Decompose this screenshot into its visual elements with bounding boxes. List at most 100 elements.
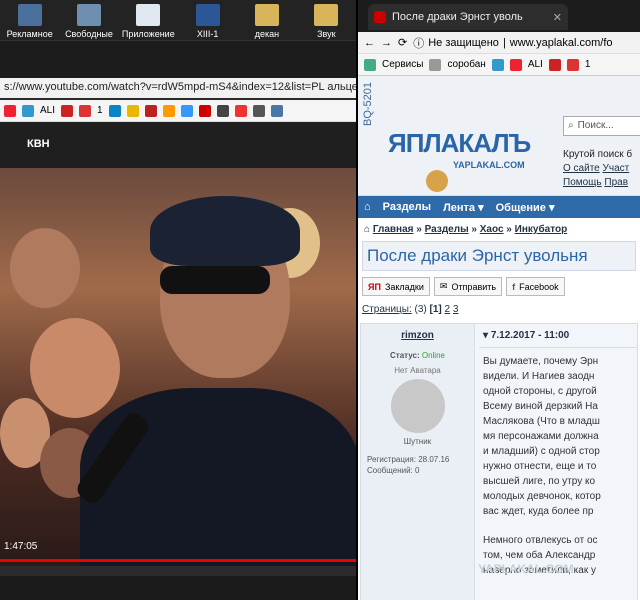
site-logo[interactable]: ЯПЛАКАЛЪ (388, 128, 531, 159)
breadcrumb: ⌂ Главная » Разделы » Хаос » Инкубатор (364, 224, 568, 235)
facebook-icon: f (512, 281, 516, 292)
author-rank: Шутник (403, 437, 432, 446)
left-address-bar[interactable]: s://www.youtube.com/watch?v=rdW5mpd-mS4&… (0, 78, 356, 98)
video-progress-bar[interactable] (0, 559, 356, 562)
info-icon: ⓘ (413, 37, 425, 50)
site-header: BQ-5201 ЯПЛАКАЛЪ YAPLAKAL.COM ⌕ Поиск...… (358, 76, 640, 196)
bookmark-icon[interactable] (126, 104, 139, 117)
bookmark-icon[interactable] (509, 58, 522, 71)
desktop-icon-xiii[interactable]: XIII-1 (178, 0, 237, 40)
reload-icon[interactable]: ⟳ (398, 36, 407, 49)
pagination: Страницы: (3) [1] 2 3 (358, 302, 640, 317)
breadcrumb-inkubator[interactable]: Инкубатор (515, 224, 568, 235)
menu-obshchenie[interactable]: Общение ▾ (496, 201, 555, 214)
page-2[interactable]: 2 (445, 304, 451, 315)
page-3[interactable]: 3 (453, 304, 459, 315)
bookmark-servisy[interactable]: Сервисы (382, 59, 423, 70)
post-line: видели. И Нагиев заодн (483, 371, 595, 382)
help-link[interactable]: Помощь (563, 177, 602, 188)
bookmark-icon[interactable] (548, 58, 561, 71)
author-name[interactable]: rimzon (361, 324, 474, 341)
facebook-button[interactable]: f Facebook (506, 277, 565, 296)
search-placeholder: Поиск... (577, 120, 614, 131)
bookmarks-button[interactable]: ЯП Закладки (362, 277, 430, 296)
status-label: Статус: (390, 351, 420, 360)
address-bar[interactable]: ⓘ Не защищено | www.yaplakal.com/fo (413, 35, 634, 51)
bookmark-icon[interactable] (180, 104, 193, 117)
bookmark-icon[interactable] (162, 104, 175, 117)
bookmark-1[interactable]: 1 (585, 59, 591, 70)
breadcrumb-glavnaya[interactable]: Главная (373, 224, 414, 235)
presenter-sunglasses (160, 266, 270, 294)
desktop-icon-reklamnoe[interactable]: Рекламное (0, 0, 59, 40)
desktop-icon-label: Рекламное (6, 29, 53, 39)
post-line: Всему виной дерзкий На (483, 401, 598, 412)
header-links: Крутой поиск б О сайте Участ Помощь Прав (563, 148, 632, 190)
menu-razdely[interactable]: Разделы (383, 201, 431, 213)
share-bar: ЯП Закладки ✉ Отправить f Facebook (358, 271, 640, 302)
participants-link[interactable]: Участ (603, 163, 630, 174)
bookmark-icon[interactable] (252, 104, 265, 117)
post-line: Немного отвлекусь от ос (483, 535, 598, 546)
bookmark-icon[interactable] (198, 104, 211, 117)
bookmark-icon[interactable] (566, 58, 579, 71)
home-icon[interactable]: ⌂ (364, 201, 371, 213)
bookmark-icon[interactable] (270, 104, 283, 117)
post-text: Вы думаете, почему Эрн видели. И Нагиев … (479, 348, 637, 525)
bookmark-1[interactable]: 1 (97, 105, 103, 116)
back-icon[interactable]: ← (364, 37, 375, 49)
channel-name[interactable]: КВН (27, 138, 50, 150)
post-text-continued: Немного отвлекусь от ос том, чем оба Але… (479, 525, 637, 586)
bookmark-ali[interactable]: ALI (528, 59, 543, 70)
close-tab-icon[interactable]: ✕ (553, 11, 562, 24)
desktop-icon-prilozhenie[interactable]: Приложение (119, 0, 178, 40)
post-date: ▾ 7.12.2017 - 11:00 (479, 324, 637, 348)
bookmark-icon[interactable] (216, 104, 229, 117)
yaplakal-favicon (374, 11, 386, 23)
desktop-icon-svobodnye[interactable]: Свободные (59, 0, 118, 40)
bookmark-soroban[interactable]: соробан (447, 59, 485, 70)
forward-icon[interactable]: → (381, 37, 392, 49)
send-button[interactable]: ✉ Отправить (433, 277, 503, 296)
post-line: Маслякова (Что в младш (483, 416, 600, 427)
yaplakal-watermark: YAPLAKAL.COM (478, 562, 574, 576)
bookmark-ali[interactable]: ALI (40, 105, 55, 116)
rules-link[interactable]: Прав (604, 177, 628, 188)
post-line: вас ждет, куда более пр (483, 506, 594, 517)
bookmark-icon[interactable] (61, 104, 74, 117)
menu-lenta[interactable]: Лента ▾ (443, 201, 484, 214)
yaplakal-page: BQ-5201 ЯПЛАКАЛЪ YAPLAKAL.COM ⌕ Поиск...… (358, 76, 640, 600)
tab-title: После драки Эрнст уволь (392, 11, 523, 23)
desktop-icon-dekan[interactable]: декан (237, 0, 296, 40)
about-link[interactable]: О сайте (563, 163, 600, 174)
browser-tab[interactable]: После драки Эрнст уволь ✕ (368, 4, 568, 30)
desktop-icon-label: декан (254, 29, 280, 39)
breadcrumb-khaos[interactable]: Хаос (480, 224, 504, 235)
bookmark-icon[interactable] (108, 104, 121, 117)
bookmark-icon[interactable] (144, 104, 157, 117)
desktop-icon-zvuk[interactable]: Звук (297, 0, 356, 40)
url-text: www.yaplakal.com/fo (509, 36, 613, 49)
bookmark-icon[interactable] (22, 104, 34, 117)
image-icon (76, 4, 101, 26)
author-status: Статус: Online (361, 351, 474, 360)
left-browser-window: s://www.youtube.com/watch?v=rdW5mpd-mS4&… (0, 40, 356, 576)
bookmark-icon[interactable] (234, 104, 247, 117)
right-tab-bar: После драки Эрнст уволь ✕ (358, 0, 640, 32)
breadcrumb-razdely[interactable]: Разделы (425, 224, 469, 235)
bookmark-icon[interactable] (4, 104, 16, 117)
audience-figure (10, 228, 80, 308)
advanced-search-link[interactable]: Крутой поиск б (563, 148, 632, 162)
doge-icon (426, 170, 448, 192)
desktop-icon-label: XIII-1 (196, 29, 219, 39)
apps-icon (364, 58, 376, 71)
bookmark-icon[interactable] (491, 58, 504, 71)
pages-label[interactable]: Страницы: (362, 304, 412, 315)
search-icon: ⌕ (568, 120, 574, 131)
search-input[interactable]: ⌕ Поиск... (563, 116, 640, 136)
site-logo-sub: YAPLAKAL.COM (453, 160, 525, 170)
video-player[interactable]: 1:47:05 (0, 168, 356, 566)
desktop-icon-label: Приложение (121, 29, 175, 39)
desktop-icons: Рекламное Свободные Приложение XIII-1 де… (0, 0, 356, 40)
bookmark-icon[interactable] (79, 104, 92, 117)
